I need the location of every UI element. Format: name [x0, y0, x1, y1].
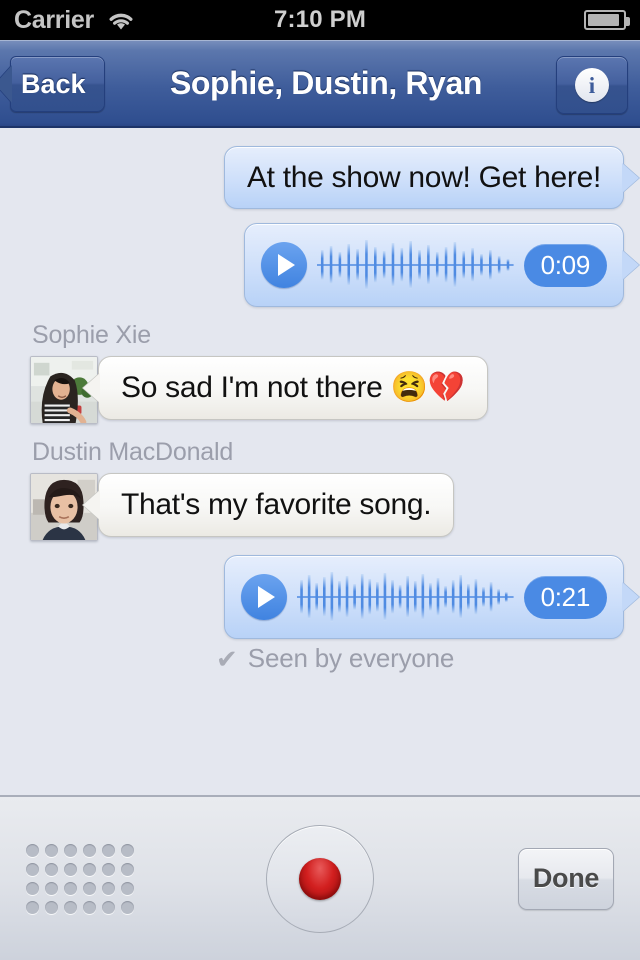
message-row: 0:09 — [0, 223, 640, 308]
audio-duration: 0:21 — [523, 576, 607, 619]
voice-message-bubble[interactable]: 0:09 — [244, 223, 624, 308]
message-row: 0:21 — [0, 555, 640, 640]
back-button[interactable]: Back — [10, 56, 105, 112]
waveform-icon — [297, 570, 514, 624]
message-bubble-outgoing[interactable]: At the show now! Get here! — [223, 146, 624, 210]
info-circle-icon: i — [575, 68, 609, 102]
audio-duration: 0:09 — [523, 244, 607, 287]
receipt-label: Seen by everyone — [247, 643, 455, 674]
record-button-icon — [299, 857, 341, 900]
waveform-icon — [317, 238, 514, 292]
message-text: At the show now! Get here! — [246, 161, 601, 194]
message-row: At the show now! Get here! — [0, 146, 640, 210]
battery-icon — [584, 10, 630, 30]
sender-row: That's my favorite song. — [16, 473, 624, 542]
info-button[interactable]: i — [556, 56, 628, 114]
message-row: Sophie Xie So sad I'm not there 😫💔 — [0, 321, 640, 425]
sender-name: Sophie Xie — [32, 321, 151, 350]
message-thread[interactable]: At the show now! Get here! 0:09 Sophie X… — [0, 128, 640, 795]
done-button-label: Done — [532, 863, 600, 893]
sender-name: Dustin MacDonald — [32, 438, 234, 467]
page-title: Sophie, Dustin, Ryan — [169, 64, 483, 101]
voice-message-bubble[interactable]: 0:21 — [224, 555, 624, 640]
sender-block: Sophie Xie So sad I'm not there 😫💔 — [16, 321, 624, 425]
navigation-bar: Back Sophie, Dustin, Ryan i — [0, 40, 640, 128]
sender-row: So sad I'm not there 😫💔 — [16, 356, 624, 425]
read-receipt: ✔ Seen by everyone — [0, 643, 640, 674]
message-text: That's my favorite song. — [121, 488, 432, 522]
play-icon[interactable] — [241, 574, 287, 621]
play-icon[interactable] — [261, 242, 307, 289]
microphone-grille-icon — [26, 843, 134, 914]
phone-screen: Carrier 7:10 PM Back Sophie, Dustin, Rya… — [0, 0, 640, 960]
message-bubble-incoming[interactable]: That's my favorite song. — [98, 473, 455, 537]
done-button[interactable]: Done — [518, 847, 614, 910]
message-bubble-incoming[interactable]: So sad I'm not there 😫💔 — [98, 356, 488, 420]
battery-fill — [588, 14, 620, 26]
recording-toolbar: Done — [0, 795, 640, 960]
receipt-inner: ✔ Seen by everyone — [216, 643, 454, 674]
sender-block: Dustin MacDonald That's my favorite song… — [16, 438, 624, 542]
message-row: Dustin MacDonald That's my favorite song… — [0, 438, 640, 542]
back-button-label: Back — [21, 68, 86, 99]
status-bar-time: 7:10 PM — [273, 6, 367, 33]
message-text: So sad I'm not there 😫💔 — [121, 371, 465, 405]
record-button[interactable] — [266, 824, 374, 933]
status-bar: Carrier 7:10 PM — [0, 0, 640, 40]
check-icon: ✔ — [216, 643, 238, 674]
